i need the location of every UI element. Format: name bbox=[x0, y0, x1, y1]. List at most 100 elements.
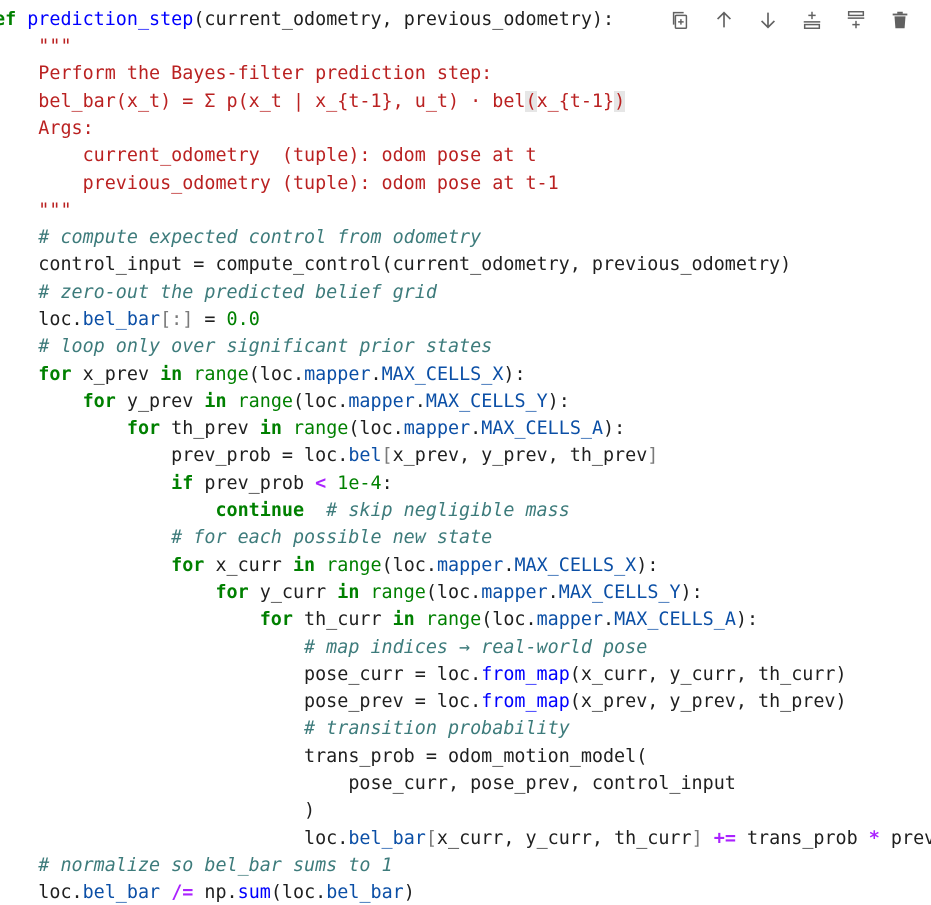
code-line-26: pose_prev = loc.from_map(x_prev, y_prev,… bbox=[0, 688, 847, 715]
range-builtin: range bbox=[237, 391, 293, 412]
delete-button[interactable] bbox=[883, 6, 917, 34]
code-token: (x_curr, y_curr, th_curr) bbox=[569, 664, 847, 685]
move-down-button[interactable] bbox=[751, 6, 785, 34]
code-line-12: loc.bel_bar[:] = 0.0 bbox=[0, 306, 259, 333]
code-statement: ) bbox=[304, 800, 316, 821]
code-line-16: for th_prev in range(loc.mapper.MAX_CELL… bbox=[126, 418, 626, 439]
operator-token: * bbox=[868, 828, 880, 849]
code-line-23: for th_curr in range(loc.mapper.MAX_CELL… bbox=[259, 609, 759, 630]
code-token: loc. bbox=[38, 309, 83, 330]
attribute-token: mapper bbox=[348, 391, 415, 412]
loop-var: y_curr bbox=[248, 582, 338, 603]
code-line-11: # zero-out the predicted belief grid bbox=[0, 279, 437, 306]
for-keyword: for bbox=[171, 555, 205, 576]
comment: # compute expected control from odometry bbox=[38, 227, 482, 248]
code-editor[interactable]: ef prediction_step(current_odometry, pre… bbox=[0, 0, 931, 905]
move-up-button[interactable] bbox=[707, 6, 741, 34]
attribute-token: bel bbox=[348, 445, 382, 466]
attribute-token: MAX_CELLS_A bbox=[481, 418, 604, 439]
comment: # map indices → real-world pose bbox=[304, 637, 648, 658]
code-line-28: trans_prob = odom_motion_model( bbox=[0, 743, 647, 770]
code-token: x_curr, y_curr, th_curr bbox=[436, 828, 692, 849]
docstring-close: """ bbox=[38, 200, 72, 221]
code-token: x_prev, y_prev, th_prev bbox=[392, 445, 648, 466]
code-line-24: # map indices → real-world pose bbox=[0, 634, 647, 661]
attribute-token: MAX_CELLS_A bbox=[614, 609, 736, 630]
slice-token: [:] bbox=[160, 309, 194, 330]
code-statement: control_input = compute_control(current_… bbox=[38, 254, 792, 275]
code-token: = bbox=[193, 309, 227, 330]
code-line-21: for x_curr in range(loc.mapper.MAX_CELLS… bbox=[171, 555, 659, 576]
in-keyword: in bbox=[392, 609, 415, 630]
in-keyword: in bbox=[204, 391, 227, 412]
loop-var: x_prev bbox=[71, 364, 161, 385]
for-keyword: for bbox=[38, 364, 72, 385]
attribute-token: bel_bar bbox=[326, 882, 404, 903]
comment: # for each possible new state bbox=[171, 527, 493, 548]
code-line-20: # for each possible new state bbox=[0, 524, 492, 551]
attribute-token: bel_bar bbox=[82, 882, 161, 903]
bracket-token: [ bbox=[381, 445, 393, 466]
comment: # zero-out the predicted belief grid bbox=[38, 282, 437, 303]
code-line-15: for y_prev in range(loc.mapper.MAX_CELLS… bbox=[82, 391, 570, 412]
comment: # skip negligible mass bbox=[304, 500, 570, 521]
code-line-5: Args: bbox=[0, 115, 94, 142]
method-token: from_map bbox=[481, 664, 570, 685]
for-keyword: for bbox=[82, 391, 116, 412]
loop-var: th_prev bbox=[160, 418, 260, 439]
range-builtin: range bbox=[425, 609, 482, 630]
bracket-token: ] bbox=[691, 828, 703, 849]
bracket-highlight: ) bbox=[614, 91, 626, 112]
for-keyword: for bbox=[215, 582, 249, 603]
docstring-formula-arg: x_{t-1} bbox=[536, 91, 615, 112]
attribute-token: bel_bar bbox=[348, 828, 426, 849]
number-token: 1e-4 bbox=[337, 473, 382, 494]
loop-var: th_curr bbox=[292, 609, 393, 630]
docstring-arg: current_odometry (tuple): odom pose at t bbox=[38, 145, 537, 166]
method-token: from_map bbox=[481, 691, 570, 712]
docstring-formula: bel_bar(x_t) = Σ p(x_t | x_{t-1}, u_t) ·… bbox=[38, 91, 526, 112]
code-token: prev_prob = loc. bbox=[171, 445, 349, 466]
function-name: prediction_step bbox=[27, 9, 194, 30]
in-keyword: in bbox=[259, 418, 282, 439]
loop-var: x_curr bbox=[204, 555, 293, 576]
range-builtin: range bbox=[326, 555, 382, 576]
duplicate-cell-button[interactable] bbox=[663, 6, 697, 34]
code-token: loc. bbox=[38, 882, 83, 903]
attribute-token: mapper bbox=[436, 555, 504, 576]
in-keyword: in bbox=[292, 555, 316, 576]
operator-token: < bbox=[315, 473, 327, 494]
move-down-icon bbox=[760, 12, 776, 29]
code-line-18: if prev_prob < 1e-4: bbox=[0, 470, 392, 497]
docstring-arg: previous_odometry (tuple): odom pose at … bbox=[38, 173, 559, 194]
insert-above-button[interactable] bbox=[795, 6, 829, 34]
comment: # loop only over significant prior state… bbox=[38, 336, 493, 357]
attribute-token: mapper bbox=[403, 418, 471, 439]
code-line-33: loc.bel_bar /= np.sum(loc.bel_bar) bbox=[0, 879, 415, 905]
range-builtin: range bbox=[370, 582, 426, 603]
code-token: trans_prob bbox=[735, 828, 869, 849]
continue-keyword: continue bbox=[215, 500, 305, 521]
code-line-14: for x_prev in range(loc.mapper.MAX_CELLS… bbox=[38, 364, 526, 385]
code-token: (x_prev, y_prev, th_prev) bbox=[569, 691, 847, 712]
code-line-22: for y_curr in range(loc.mapper.MAX_CELLS… bbox=[215, 582, 703, 603]
code-line-25: pose_curr = loc.from_map(x_curr, y_curr,… bbox=[0, 661, 847, 688]
attribute-token: MAX_CELLS_X bbox=[381, 364, 504, 385]
code-token: ) bbox=[403, 882, 415, 903]
code-line-4: bel_bar(x_t) = Σ p(x_t | x_{t-1}, u_t) ·… bbox=[0, 88, 626, 115]
insert-below-button[interactable] bbox=[839, 6, 873, 34]
insert-above-icon bbox=[803, 11, 821, 29]
code-line-19: continue # skip negligible mass bbox=[0, 497, 570, 524]
code-line-1: ef prediction_step(current_odometry, pre… bbox=[0, 6, 614, 33]
range-builtin: range bbox=[292, 418, 349, 439]
insert-below-icon bbox=[847, 11, 865, 29]
attribute-token: bel_bar bbox=[82, 309, 161, 330]
code-line-8: """ bbox=[0, 197, 72, 224]
docstring-args: Args: bbox=[38, 118, 94, 139]
code-token: prev_prob bbox=[193, 473, 316, 494]
function-signature: (current_odometry, previous_odometry): bbox=[193, 9, 615, 30]
code-line-7: previous_odometry (tuple): odom pose at … bbox=[0, 170, 559, 197]
bracket-token: [ bbox=[425, 828, 437, 849]
if-keyword: if bbox=[171, 473, 194, 494]
code-statement: pose_curr, pose_prev, control_input bbox=[304, 773, 736, 794]
